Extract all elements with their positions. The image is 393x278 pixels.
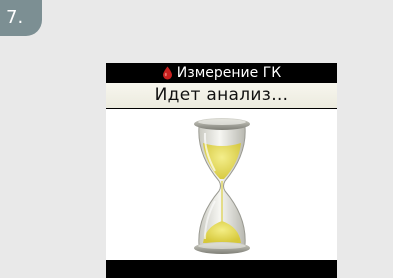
blood-drop-icon	[162, 66, 172, 80]
instruction-panel: 7. Измерение ГК Идет анализ…	[0, 0, 393, 278]
screen-bottom-bar	[106, 260, 337, 278]
hourglass-icon	[194, 118, 250, 254]
step-number-badge: 7.	[0, 0, 42, 36]
screen-content	[106, 109, 337, 260]
meter-screen: Измерение ГК Идет анализ…	[106, 63, 337, 278]
screen-title: Измерение ГК	[176, 65, 282, 81]
screen-title-bar: Измерение ГК	[106, 63, 337, 83]
analysis-status-text: Идет анализ…	[106, 83, 337, 108]
